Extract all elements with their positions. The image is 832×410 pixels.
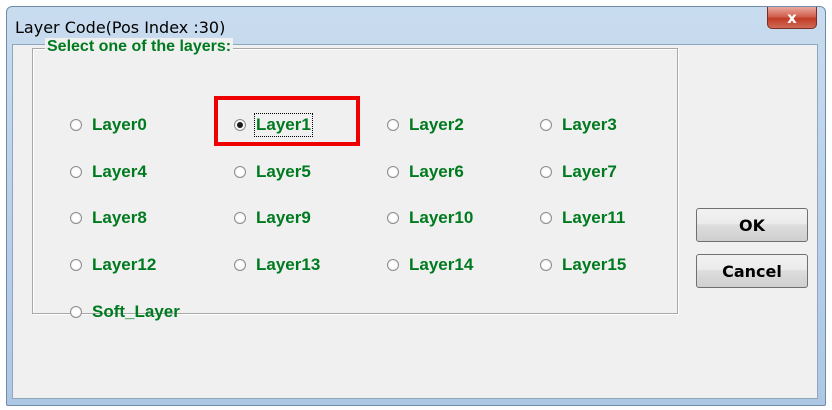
radio-unchecked-icon[interactable] [540,259,552,271]
layer-radio-layer6[interactable]: Layer6 [387,160,464,184]
layer-radio-layer4[interactable]: Layer4 [70,160,147,184]
layer-radio-layer7[interactable]: Layer7 [540,160,617,184]
layer-radio-label: Layer3 [562,115,617,134]
close-icon: x [787,8,797,27]
layer-radio-layer9[interactable]: Layer9 [234,206,311,230]
group-label: Select one of the layers: [45,38,234,56]
layer-radio-label: Layer14 [409,255,474,274]
radio-unchecked-icon[interactable] [70,212,82,224]
cancel-button[interactable]: Cancel [696,254,808,288]
radio-unchecked-icon[interactable] [540,119,552,131]
layer-radio-label: Layer6 [409,162,464,181]
layer-radio-label: Soft_Layer [92,302,180,321]
layer-radio-label: Layer10 [409,208,474,227]
layer-radio-layer15[interactable]: Layer15 [540,253,626,277]
layer-radio-layer10[interactable]: Layer10 [387,206,473,230]
layer-radio-label: Layer15 [562,255,627,274]
radio-unchecked-icon[interactable] [70,119,82,131]
layer-radio-layer3[interactable]: Layer3 [540,113,617,137]
radio-unchecked-icon[interactable] [387,259,399,271]
layer-radio-layer0[interactable]: Layer0 [70,113,147,137]
radio-unchecked-icon[interactable] [387,212,399,224]
layer-radio-layer8[interactable]: Layer8 [70,206,147,230]
layer-radio-layer14[interactable]: Layer14 [387,253,473,277]
radio-unchecked-icon[interactable] [70,166,82,178]
layer-radio-label: Layer9 [256,208,311,227]
layer-radio-layer13[interactable]: Layer13 [234,253,320,277]
selection-highlight-box [214,96,360,146]
radio-unchecked-icon[interactable] [387,166,399,178]
radio-unchecked-icon[interactable] [70,306,82,318]
layer-radio-layer12[interactable]: Layer12 [70,253,156,277]
layer-radio-layer11[interactable]: Layer11 [540,206,625,230]
radio-unchecked-icon[interactable] [387,119,399,131]
layer-radio-label: Layer0 [92,115,147,134]
layer-radio-layer5[interactable]: Layer5 [234,160,311,184]
radio-unchecked-icon[interactable] [234,166,246,178]
radio-unchecked-icon[interactable] [234,212,246,224]
layer-radio-label: Layer13 [256,255,321,274]
layer-radio-label: Layer11 [562,208,626,227]
layer-radio-label: Layer2 [409,115,464,134]
layer-radio-label: Layer8 [92,208,147,227]
layer-radio-layer2[interactable]: Layer2 [387,113,464,137]
layer-radio-soft-layer[interactable]: Soft_Layer [70,300,180,324]
window-title: Layer Code(Pos Index :30) [15,18,226,37]
layer-radio-label: Layer4 [92,162,147,181]
ok-button[interactable]: OK [696,208,808,242]
layer-radio-label: Layer12 [92,255,157,274]
radio-unchecked-icon[interactable] [540,212,552,224]
radio-unchecked-icon[interactable] [70,259,82,271]
layer-radio-label: Layer5 [256,162,311,181]
close-button[interactable]: x [767,7,817,29]
radio-unchecked-icon[interactable] [540,166,552,178]
radio-unchecked-icon[interactable] [234,259,246,271]
layer-radio-label: Layer7 [562,162,617,181]
